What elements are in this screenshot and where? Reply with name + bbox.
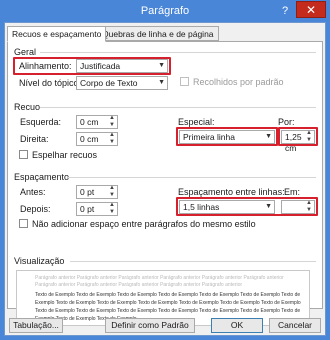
spacing-before-label: Antes:	[20, 187, 46, 197]
chevron-down-icon: ▼	[158, 62, 165, 69]
section-divider	[40, 52, 316, 53]
section-divider	[70, 261, 316, 262]
tab-line-page-breaks[interactable]: Quebras de linha e de página	[97, 26, 219, 41]
title-bar[interactable]: Parágrafo ? ✕	[0, 0, 330, 22]
alignment-select[interactable]: Justificada ▼	[76, 59, 168, 73]
special-indent-value: Primeira linha	[183, 132, 235, 142]
indent-left-spinner[interactable]: 0 cm ▲ ▼	[76, 115, 118, 129]
section-preview-title: Visualização	[14, 256, 65, 266]
indent-right-label: Direita:	[20, 134, 49, 144]
paragraph-dialog: Parágrafo ? ✕ Recuos e espaçamento Quebr…	[0, 0, 330, 340]
chevron-down-icon: ▼	[265, 203, 272, 210]
indent-right-value: 0 cm	[80, 134, 99, 144]
chevron-down-icon: ▼	[158, 79, 165, 86]
spacing-after-value: 0 pt	[80, 204, 95, 214]
indent-left-value: 0 cm	[80, 117, 99, 127]
spinner-arrows-icon[interactable]: ▲ ▼	[108, 202, 116, 216]
outline-level-value: Corpo de Texto	[80, 78, 138, 88]
indent-left-label: Esquerda:	[20, 117, 62, 127]
preview-previous-paragraph: Parágrafo anterior Parágrafo anterior Pa…	[35, 275, 284, 288]
spinner-arrows-icon[interactable]: ▲ ▼	[305, 200, 313, 214]
section-divider	[40, 107, 316, 108]
ok-button[interactable]: OK	[211, 318, 263, 333]
chevron-down-icon: ▼	[265, 133, 272, 140]
mirror-indents-checkbox[interactable]	[19, 150, 28, 159]
tab-indents-spacing[interactable]: Recuos e espaçamento	[7, 26, 107, 42]
alignment-label: Alinhamento:	[19, 61, 72, 71]
collapsed-label: Recolhidos por padrão	[193, 77, 284, 87]
no-space-same-style-label: Não adicionar espaço entre parágrafos do…	[32, 219, 256, 229]
section-divider	[68, 177, 316, 178]
tabs-button[interactable]: Tabulação...	[9, 318, 63, 333]
line-spacing-at-spinner[interactable]: ▲ ▼	[281, 200, 315, 214]
tab-panel: Geral Alinhamento: Justificada ▼ Nível d…	[7, 41, 323, 326]
at-label: Em:	[284, 187, 301, 197]
indent-right-spinner[interactable]: 0 cm ▲ ▼	[76, 132, 118, 146]
outline-level-select[interactable]: Corpo de Texto ▼	[76, 76, 168, 90]
no-space-same-style-checkbox[interactable]	[19, 219, 28, 228]
by-label: Por:	[278, 117, 295, 127]
spacing-before-spinner[interactable]: 0 pt ▲ ▼	[76, 185, 118, 199]
spinner-arrows-icon[interactable]: ▲ ▼	[108, 185, 116, 199]
spinner-arrows-icon[interactable]: ▲ ▼	[108, 132, 116, 146]
set-default-button[interactable]: Definir como Padrão	[105, 318, 195, 333]
dialog-body: Recuos e espaçamento Quebras de linha e …	[4, 22, 326, 336]
spinner-arrows-icon[interactable]: ▲ ▼	[108, 115, 116, 129]
indent-by-spinner[interactable]: 1,25 cm ▲ ▼	[281, 130, 315, 153]
mirror-indents-label: Espelhar recuos	[32, 150, 98, 160]
close-icon[interactable]: ✕	[296, 1, 326, 18]
special-label: Especial:	[178, 117, 215, 127]
spacing-before-value: 0 pt	[80, 187, 95, 197]
section-general-title: Geral	[14, 47, 37, 57]
outline-level-label: Nível do tópico:	[19, 78, 82, 88]
cancel-button[interactable]: Cancelar	[269, 318, 321, 333]
help-icon[interactable]: ?	[278, 4, 292, 18]
spacing-after-label: Depois:	[20, 204, 51, 214]
section-indent-title: Recuo	[14, 102, 41, 112]
alignment-value: Justificada	[80, 61, 121, 71]
line-spacing-label: Espaçamento entre linhas:	[178, 187, 285, 197]
section-spacing-title: Espaçamento	[14, 172, 70, 182]
special-indent-select[interactable]: Primeira linha ▼	[179, 130, 275, 144]
indent-by-value: 1,25 cm	[285, 132, 302, 153]
spinner-arrows-icon[interactable]: ▲ ▼	[305, 130, 313, 144]
collapsed-checkbox[interactable]	[180, 77, 189, 86]
line-spacing-value: 1,5 linhas	[183, 202, 220, 212]
spacing-after-spinner[interactable]: 0 pt ▲ ▼	[76, 202, 118, 216]
line-spacing-select[interactable]: 1,5 linhas ▼	[179, 200, 275, 214]
